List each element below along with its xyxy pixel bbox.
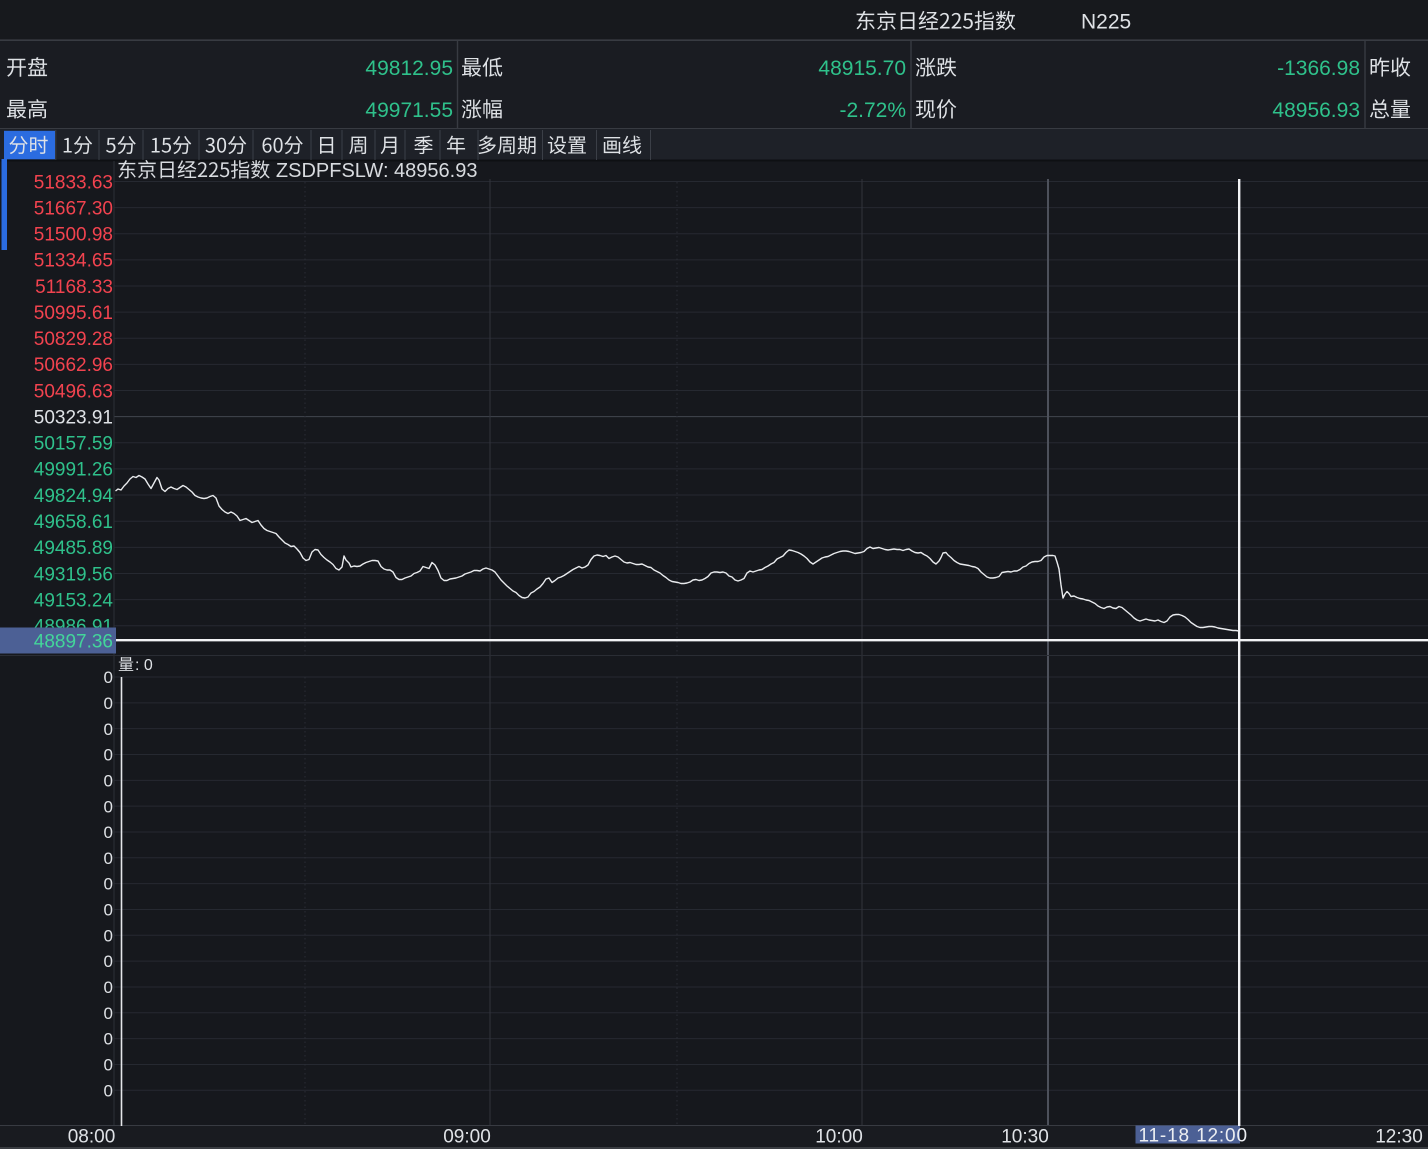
svg-text:0: 0 — [104, 797, 113, 816]
svg-text:0: 0 — [104, 746, 113, 765]
svg-text:-1366.98: -1366.98 — [1277, 57, 1360, 80]
svg-text:51168.33: 51168.33 — [35, 277, 113, 298]
svg-text:09:00: 09:00 — [443, 1127, 491, 1148]
svg-text:0: 0 — [104, 1056, 113, 1075]
svg-text:0: 0 — [104, 694, 113, 713]
svg-text:: 0: : 0 — [135, 657, 153, 674]
svg-text:ZSDPFSLW: 48956.93: ZSDPFSLW: 48956.93 — [276, 160, 478, 182]
svg-text:48915.70: 48915.70 — [818, 57, 906, 80]
svg-text:0: 0 — [104, 1004, 113, 1023]
svg-text:0: 0 — [104, 1030, 113, 1049]
svg-text:49319.56: 49319.56 — [34, 564, 113, 585]
svg-text:49485.89: 49485.89 — [34, 538, 113, 559]
svg-text:0: 0 — [104, 952, 113, 971]
svg-text:51500.98: 51500.98 — [34, 225, 113, 246]
svg-text:-2.72%: -2.72% — [839, 99, 906, 122]
svg-text:49971.55: 49971.55 — [365, 99, 453, 122]
svg-text:0: 0 — [104, 849, 113, 868]
svg-text:51667.30: 51667.30 — [34, 198, 113, 219]
svg-text:08:00: 08:00 — [68, 1127, 116, 1148]
svg-text:48897.36: 48897.36 — [34, 632, 113, 653]
svg-text:10:00: 10:00 — [815, 1127, 863, 1148]
svg-text:0: 0 — [104, 926, 113, 945]
svg-text:48956.93: 48956.93 — [1272, 99, 1360, 122]
svg-text:49812.95: 49812.95 — [365, 57, 453, 80]
svg-text:N225: N225 — [1081, 11, 1131, 34]
svg-text:50829.28: 50829.28 — [34, 329, 113, 350]
svg-text:50157.59: 50157.59 — [34, 434, 113, 455]
svg-text:0: 0 — [104, 901, 113, 920]
svg-text:0: 0 — [104, 823, 113, 842]
svg-text:12:30: 12:30 — [1375, 1127, 1423, 1148]
svg-text:50995.61: 50995.61 — [34, 303, 113, 324]
svg-text:50323.91: 50323.91 — [34, 407, 113, 428]
svg-text:49991.26: 49991.26 — [34, 460, 113, 481]
svg-text:0: 0 — [104, 668, 113, 687]
svg-text:0: 0 — [104, 1081, 113, 1100]
svg-text:51833.63: 51833.63 — [34, 172, 113, 193]
svg-text:10:30: 10:30 — [1001, 1127, 1049, 1148]
svg-text:49658.61: 49658.61 — [34, 512, 113, 533]
svg-text:50496.63: 50496.63 — [34, 381, 113, 402]
svg-text:0: 0 — [104, 771, 113, 790]
svg-text:0: 0 — [104, 978, 113, 997]
svg-text:0: 0 — [104, 875, 113, 894]
svg-text:50662.96: 50662.96 — [34, 355, 113, 376]
svg-text:0: 0 — [104, 720, 113, 739]
svg-text:49824.94: 49824.94 — [34, 486, 114, 507]
svg-text:51334.65: 51334.65 — [34, 251, 113, 272]
svg-text:11-18 12:00: 11-18 12:00 — [1139, 1126, 1248, 1147]
svg-text:49153.24: 49153.24 — [34, 590, 114, 611]
